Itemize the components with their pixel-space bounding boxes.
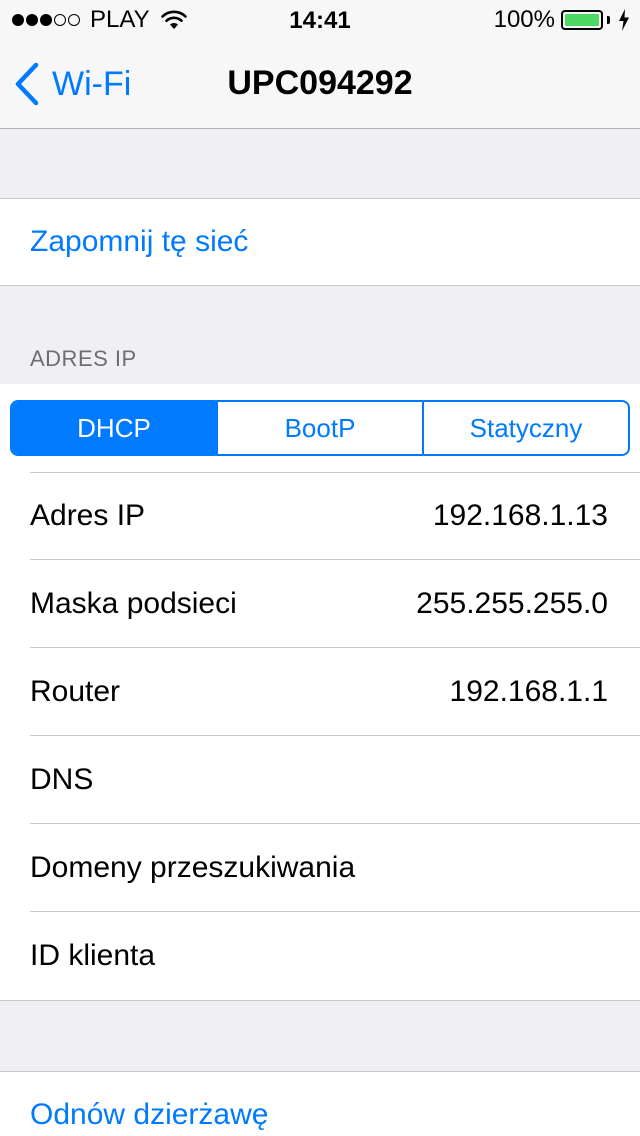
forget-network-group: Zapomnij tę sieć xyxy=(0,198,640,286)
forget-network-button[interactable]: Zapomnij tę sieć xyxy=(0,199,640,285)
segment-static[interactable]: Statyczny xyxy=(422,402,628,454)
router-value: 192.168.1.1 xyxy=(449,675,608,708)
page-title: UPC094292 xyxy=(227,64,413,102)
navigation-bar: Wi-Fi UPC094292 xyxy=(0,40,640,128)
client-id-row[interactable]: ID klienta xyxy=(0,912,640,1000)
ip-settings-group: DHCP BootP Statyczny Adres IP 192.168.1.… xyxy=(0,384,640,1001)
subnet-mask-label: Maska podsieci xyxy=(30,587,237,620)
segment-dhcp[interactable]: DHCP xyxy=(12,402,216,454)
top-bar: PLAY 14:41 100% Wi-Fi UPC094292 xyxy=(0,0,640,129)
subnet-mask-row: Maska podsieci 255.255.255.0 xyxy=(0,560,640,648)
battery-icon xyxy=(561,10,603,30)
dns-row[interactable]: DNS xyxy=(0,736,640,824)
segment-bootp[interactable]: BootP xyxy=(216,402,422,454)
client-id-label: ID klienta xyxy=(30,939,156,972)
battery-level-fill xyxy=(565,14,599,26)
wifi-network-details-screen: PLAY 14:41 100% Wi-Fi UPC094292 Zapomnij… xyxy=(0,0,640,1136)
subnet-mask-value: 255.255.255.0 xyxy=(416,587,608,620)
charging-bolt-icon xyxy=(619,9,629,31)
dns-label: DNS xyxy=(30,763,94,796)
battery-tip xyxy=(607,16,610,24)
ip-section-header: ADRES IP xyxy=(30,346,137,371)
ip-mode-segmented-control: DHCP BootP Statyczny xyxy=(10,400,630,456)
status-bar: PLAY 14:41 100% xyxy=(0,0,640,40)
router-label: Router xyxy=(30,675,121,708)
router-row: Router 192.168.1.1 xyxy=(0,648,640,736)
ip-address-row: Adres IP 192.168.1.13 xyxy=(0,472,640,560)
search-domains-row[interactable]: Domeny przeszukiwania xyxy=(0,824,640,912)
renew-lease-button[interactable]: Odnów dzierżawę xyxy=(0,1072,640,1136)
ip-address-label: Adres IP xyxy=(30,499,146,532)
ip-address-value: 192.168.1.13 xyxy=(432,499,608,532)
battery-percent: 100% xyxy=(493,6,555,33)
renew-lease-group: Odnów dzierżawę xyxy=(0,1071,640,1136)
search-domains-label: Domeny przeszukiwania xyxy=(30,851,356,884)
